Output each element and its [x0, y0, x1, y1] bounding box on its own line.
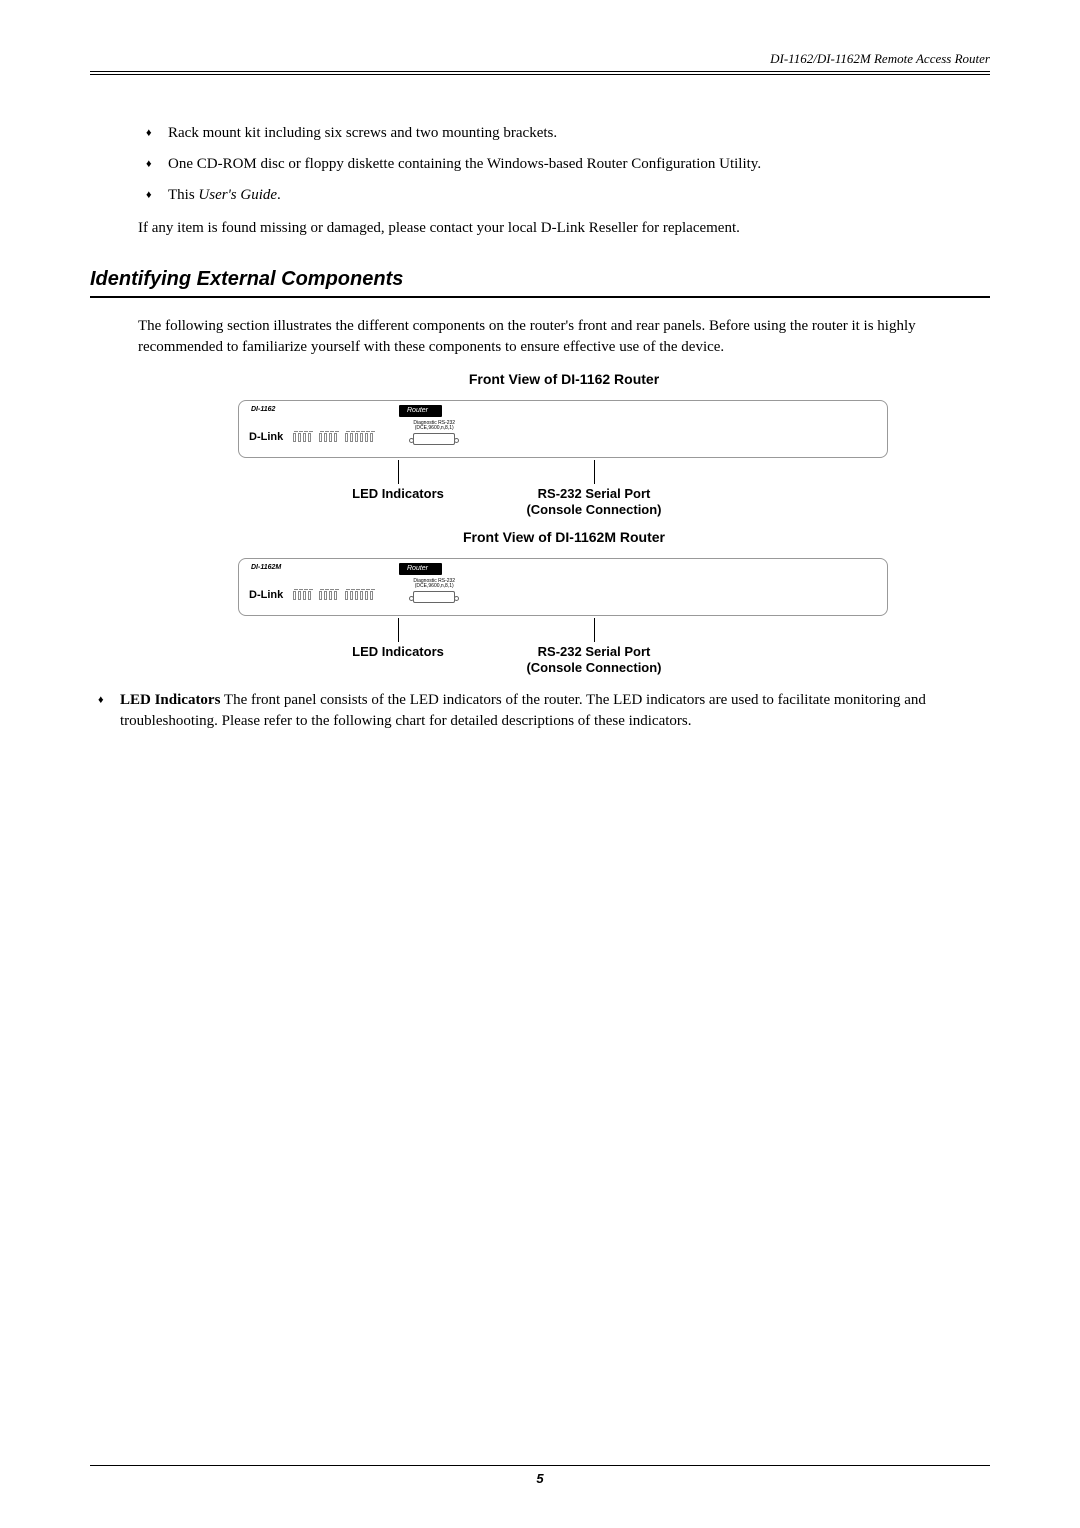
- diamond-icon: ♦: [146, 123, 168, 141]
- callout-text-line2: (Console Connection): [504, 660, 684, 676]
- bullet-text: Rack mount kit including six screws and …: [168, 123, 990, 144]
- serial-port-icon: [413, 591, 455, 603]
- led-text: The front panel consists of the LED indi…: [120, 692, 926, 729]
- router-panel: DI-1162 Router D-Link Diagnostic RS-232 …: [238, 400, 888, 458]
- diamond-icon: ♦: [146, 185, 168, 203]
- section-heading: Identifying External Components: [90, 265, 990, 293]
- bullet-item: ♦ Rack mount kit including six screws an…: [138, 123, 990, 144]
- callout-serial: RS-232 Serial Port (Console Connection): [504, 460, 684, 519]
- serial-tiny-label: Diagnostic RS-232 (DCE,9600,n,8,1): [413, 421, 455, 431]
- section-intro: The following section illustrates the di…: [138, 316, 990, 358]
- callout-text: LED Indicators: [328, 644, 468, 660]
- closing-paragraph: If any item is found missing or damaged,…: [138, 218, 990, 239]
- text-italic: User's Guide: [198, 187, 277, 203]
- model-label: DI-1162M: [251, 563, 281, 573]
- led-indicators: [293, 433, 373, 442]
- serial-port-block: Diagnostic RS-232 (DCE,9600,n,8,1): [413, 421, 455, 445]
- callout-text-line1: RS-232 Serial Port: [504, 644, 684, 660]
- callout-led: LED Indicators: [328, 618, 468, 677]
- text-suffix: .: [277, 187, 281, 203]
- led-description-row: ♦ LED Indicators The front panel consist…: [98, 690, 990, 732]
- bullet-item: ♦ This User's Guide.: [138, 185, 990, 206]
- brand-label: D-Link: [249, 430, 283, 445]
- led-indicators: [293, 591, 373, 600]
- callout-led: LED Indicators: [328, 460, 468, 519]
- callout-text-line1: RS-232 Serial Port: [504, 486, 684, 502]
- page-footer: 5: [90, 1465, 990, 1488]
- callout-text-line2: (Console Connection): [504, 502, 684, 518]
- figure-caption: Front View of DI-1162M Router: [138, 528, 990, 548]
- callout-row: LED Indicators RS-232 Serial Port (Conso…: [238, 618, 888, 677]
- serial-port-block: Diagnostic RS-232 (DCE,9600,n,8,1): [413, 579, 455, 603]
- router-figure-1162: DI-1162 Router D-Link Diagnostic RS-232 …: [238, 400, 888, 519]
- model-label: DI-1162: [251, 405, 275, 415]
- header-title: DI-1162/DI-1162M Remote Access Router: [90, 50, 990, 71]
- serial-port-icon: [413, 433, 455, 445]
- diamond-icon: ♦: [146, 154, 168, 172]
- router-badge: Router: [399, 563, 442, 575]
- callout-serial: RS-232 Serial Port (Console Connection): [504, 618, 684, 677]
- callout-text: LED Indicators: [328, 486, 468, 502]
- figure-caption: Front View of DI-1162 Router: [138, 370, 990, 390]
- router-panel: DI-1162M Router D-Link Diagnostic RS-232…: [238, 558, 888, 616]
- section-rule: [90, 296, 990, 298]
- bullet-text: One CD-ROM disc or floppy diskette conta…: [168, 154, 990, 175]
- serial-tiny-label: Diagnostic RS-232 (DCE,9600,n,8,1): [413, 579, 455, 589]
- callout-row: LED Indicators RS-232 Serial Port (Conso…: [238, 460, 888, 519]
- router-figure-1162m: DI-1162M Router D-Link Diagnostic RS-232…: [238, 558, 888, 677]
- page-header: DI-1162/DI-1162M Remote Access Router: [90, 50, 990, 72]
- router-badge: Router: [399, 405, 442, 417]
- bullet-item: ♦ One CD-ROM disc or floppy diskette con…: [138, 154, 990, 175]
- bullet-text: This User's Guide.: [168, 185, 990, 206]
- led-label: LED Indicators: [120, 692, 220, 708]
- text-prefix: This: [168, 187, 198, 203]
- brand-label: D-Link: [249, 588, 283, 603]
- diamond-icon: ♦: [98, 690, 120, 708]
- page-number: 5: [90, 1470, 990, 1488]
- led-description-text: LED Indicators The front panel consists …: [120, 690, 990, 732]
